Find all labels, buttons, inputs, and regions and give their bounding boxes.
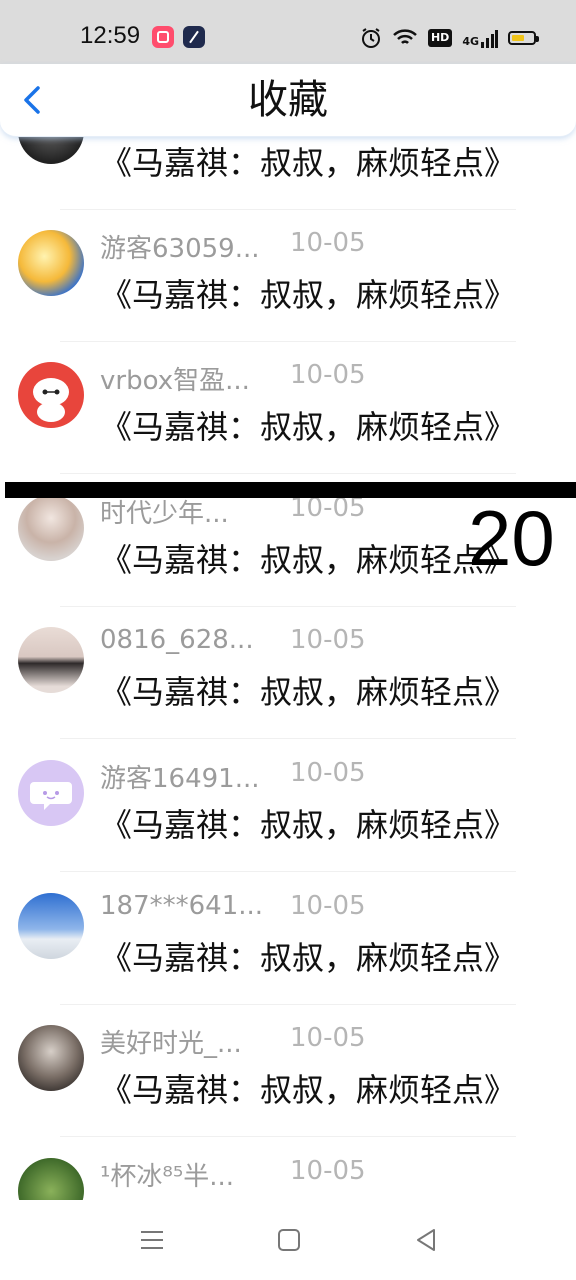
- avatar[interactable]: [18, 495, 84, 561]
- list-item[interactable]: 美好时光_... 10-05 《马嘉祺：叔叔，麻烦轻点》: [0, 1005, 576, 1137]
- user-name[interactable]: 0816_628...: [100, 625, 254, 655]
- item-date: 10-05: [290, 758, 366, 788]
- app-header: 收藏: [0, 64, 576, 137]
- item-date: 10-05: [290, 1023, 366, 1053]
- list-item[interactable]: 187***641... 10-05 《马嘉祺：叔叔，麻烦轻点》: [0, 873, 576, 1005]
- item-date: 10-05: [290, 1156, 366, 1186]
- user-name[interactable]: 时代少年...: [100, 493, 229, 530]
- item-text: 《马嘉祺：叔叔，麻烦轻点》: [100, 144, 517, 182]
- divider: [60, 473, 516, 474]
- page-title: 收藏: [248, 77, 328, 123]
- user-name[interactable]: vrbox智盈...: [100, 360, 250, 397]
- list-item[interactable]: 游客63059... 10-05 《马嘉祺：叔叔，麻烦轻点》: [0, 210, 576, 342]
- item-text: 《马嘉祺：叔叔，麻烦轻点》: [100, 806, 517, 844]
- item-text: 《马嘉祺：叔叔，麻烦轻点》: [100, 673, 517, 711]
- user-name[interactable]: 美好时光_...: [100, 1023, 242, 1060]
- avatar[interactable]: [18, 230, 84, 296]
- user-name[interactable]: 187***641...: [100, 891, 263, 921]
- user-name[interactable]: ¹杯冰⁸⁵半...: [100, 1156, 234, 1193]
- divider: [60, 738, 516, 739]
- avatar[interactable]: [18, 362, 84, 428]
- item-date: 10-05: [290, 228, 366, 258]
- list-item[interactable]: 游客16491... 10-05 《马嘉祺：叔叔，麻烦轻点》: [0, 740, 576, 872]
- item-text: 《马嘉祺：叔叔，麻烦轻点》: [100, 541, 517, 579]
- item-text: 《马嘉祺：叔叔，麻烦轻点》: [100, 939, 517, 977]
- list-item[interactable]: 0816_628... 10-05 《马嘉祺：叔叔，麻烦轻点》: [0, 607, 576, 739]
- avatar[interactable]: [18, 1025, 84, 1091]
- back-triangle-icon[interactable]: [412, 1226, 440, 1254]
- item-text: 《马嘉祺：叔叔，麻烦轻点》: [100, 276, 517, 314]
- item-date: 10-05: [290, 891, 366, 921]
- item-text: 《马嘉祺：叔叔，麻烦轻点》: [100, 1071, 517, 1109]
- menu-icon[interactable]: [138, 1226, 166, 1254]
- divider: [60, 1136, 516, 1137]
- avatar[interactable]: [18, 893, 84, 959]
- home-icon[interactable]: [275, 1226, 303, 1254]
- list-item[interactable]: ¹杯冰⁸⁵半... 10-05: [0, 1138, 576, 1200]
- item-date: 10-05: [290, 360, 366, 390]
- item-text: 《马嘉祺：叔叔，麻烦轻点》: [100, 408, 517, 446]
- list-item[interactable]: vrbox智盈... 10-05 《马嘉祺：叔叔，麻烦轻点》: [0, 342, 576, 474]
- item-date: 10-05: [290, 625, 366, 655]
- overlay-number: 20: [468, 494, 555, 582]
- avatar[interactable]: [18, 760, 84, 826]
- favorites-list: 《马嘉祺：叔叔，麻烦轻点》 游客63059... 10-05 《马嘉祺：叔叔，麻…: [0, 0, 576, 1200]
- system-nav-bar: [0, 1200, 576, 1280]
- user-name[interactable]: 游客63059...: [100, 228, 260, 265]
- avatar[interactable]: [18, 1158, 84, 1200]
- divider: [60, 871, 516, 872]
- avatar[interactable]: [18, 627, 84, 693]
- user-name[interactable]: 游客16491...: [100, 758, 260, 795]
